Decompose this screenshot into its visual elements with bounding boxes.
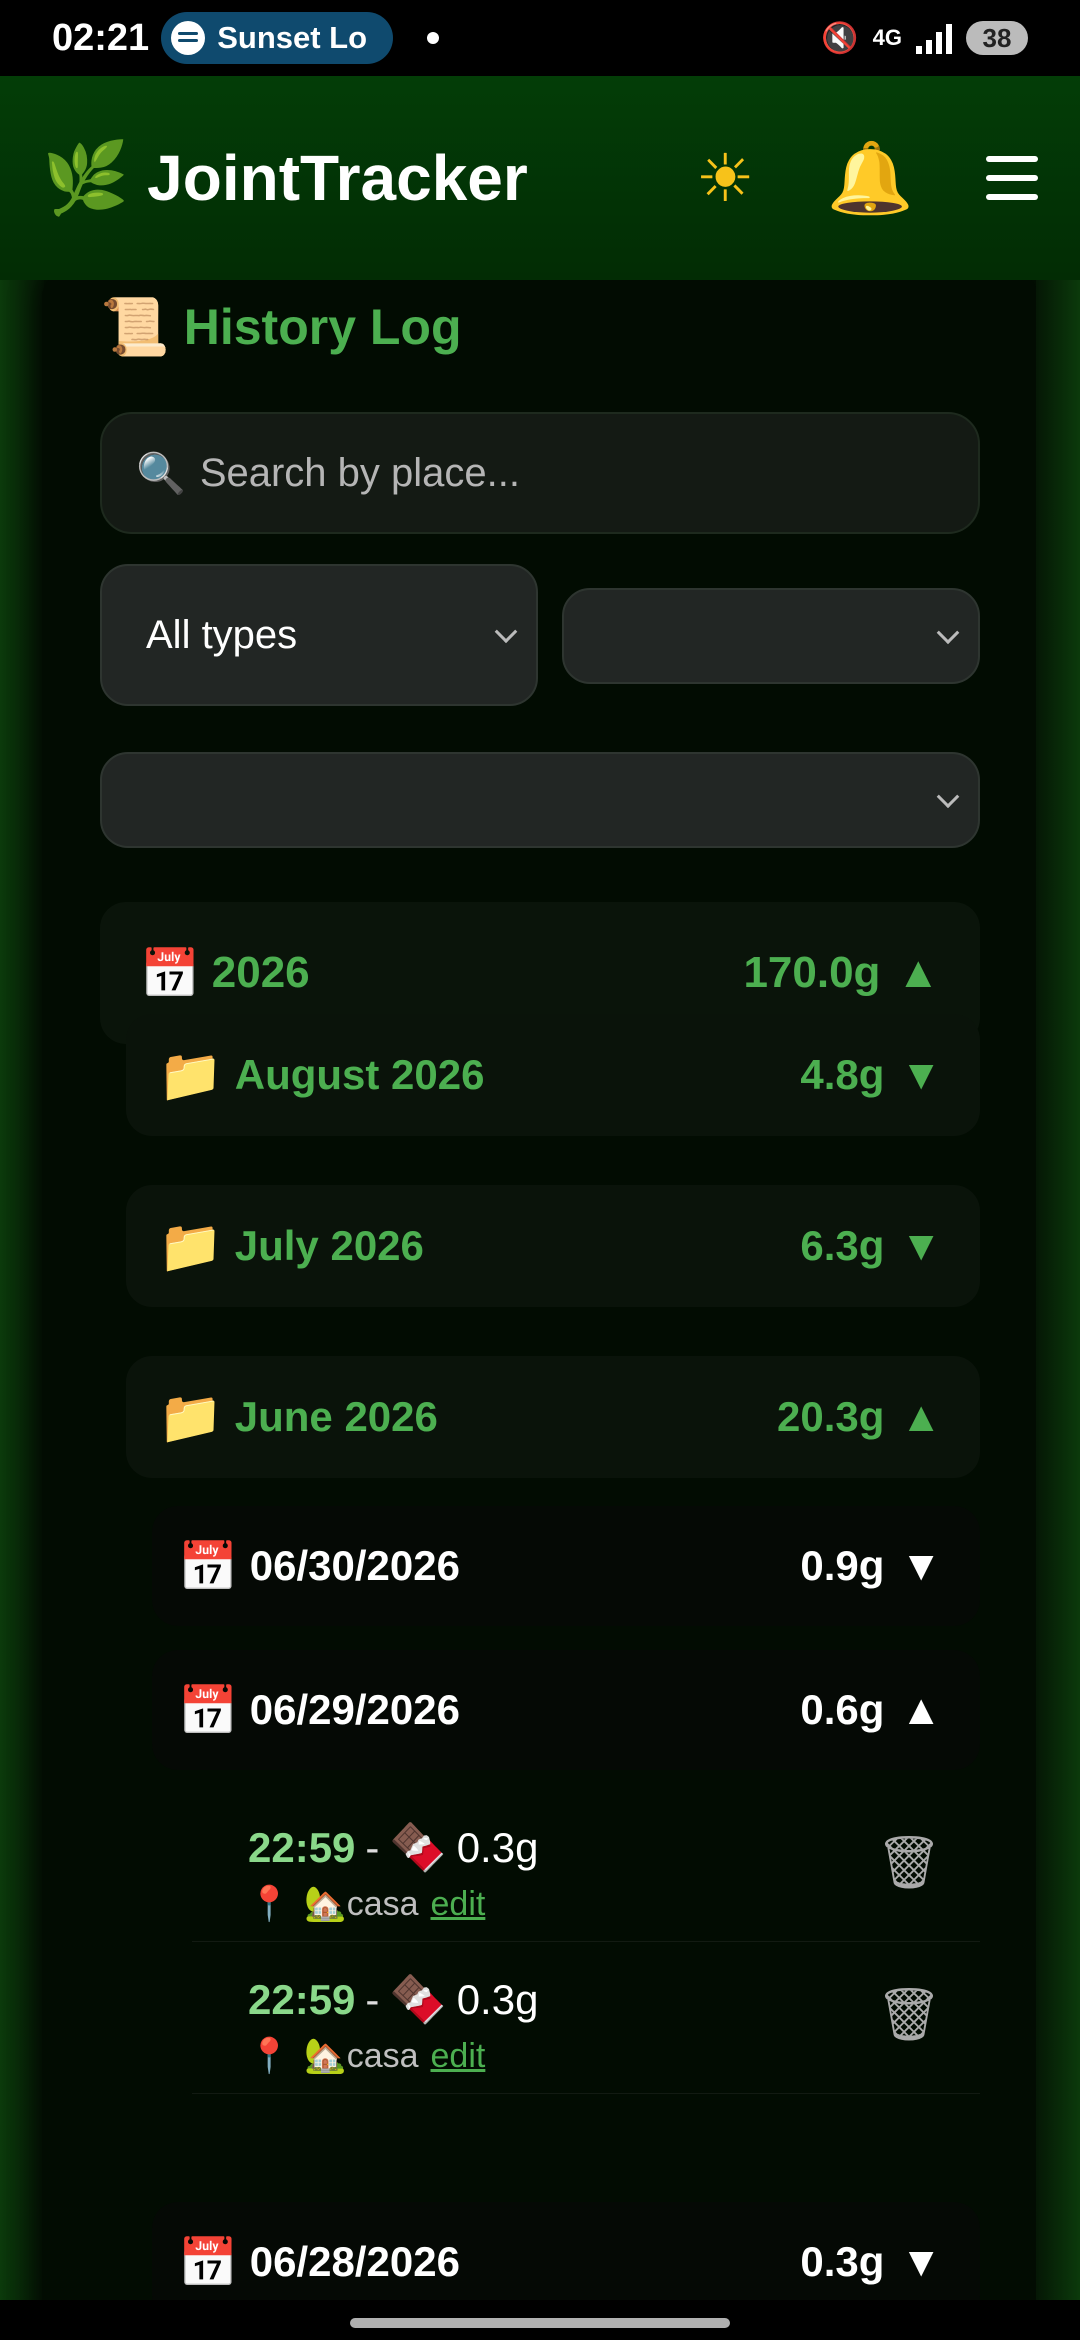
entry-amount: 0.3g: [456, 1975, 539, 2023]
folder-icon: 📁: [158, 1388, 223, 1447]
app-title: JointTracker: [147, 142, 528, 214]
log-entry: 22:59 - 🍫 0.3g 📍 🏡 casa edit 🗑: [192, 1942, 980, 2094]
history-title-text: History Log: [183, 299, 462, 355]
type-filter-select[interactable]: All types: [100, 564, 538, 706]
calendar-icon: 📅: [140, 947, 200, 1001]
edit-link[interactable]: edit: [431, 2037, 486, 2076]
day-group-06-29-2026[interactable]: 📅 06/29/2026 0.6g ▲: [152, 1650, 980, 1770]
calendar-icon: 📅: [178, 2236, 238, 2290]
day-group-06-28-2026[interactable]: 📅 06/28/2026 0.3g ▼: [152, 2202, 980, 2300]
month-total: 6.3g: [800, 1222, 885, 1269]
entry-separator: -: [365, 1823, 380, 1871]
search-input[interactable]: [199, 450, 940, 496]
gesture-handle[interactable]: [350, 2318, 730, 2328]
collapse-arrow-icon: ▲: [900, 1393, 942, 1440]
month-label: August 2026: [234, 1051, 485, 1098]
search-icon: 🔍: [136, 450, 186, 497]
entry-time: 22:59: [248, 1823, 356, 1871]
house-icon: 🏡: [304, 2037, 347, 2075]
expand-arrow-icon: ▼: [900, 1222, 942, 1269]
month-group-june-2026[interactable]: 📁 June 2026 20.3g ▲: [126, 1356, 980, 1478]
chevron-down-icon: [494, 620, 518, 644]
location-pin-icon: 📍: [248, 1885, 291, 1923]
month-label: July 2026: [234, 1222, 424, 1269]
trash-icon[interactable]: 🗑: [876, 1832, 942, 1893]
day-group-06-30-2026[interactable]: 📅 06/30/2026 0.9g ▼: [152, 1506, 980, 1626]
collapse-arrow-icon: ▲: [896, 948, 940, 997]
chocolate-icon: 🍫: [389, 1821, 447, 1873]
network-type: 4G: [872, 25, 902, 50]
year-label: 2026: [211, 948, 310, 997]
day-total: 0.9g: [800, 1542, 885, 1589]
calendar-icon: 📅: [178, 1540, 238, 1594]
month-group-august-2026[interactable]: 📁 August 2026 4.8g ▼: [126, 1014, 980, 1136]
media-pill[interactable]: Sunset Lo: [161, 12, 394, 64]
folder-icon: 📁: [158, 1046, 223, 1105]
scroll-icon: 📜: [100, 295, 170, 358]
expand-arrow-icon: ▼: [900, 1051, 942, 1098]
entry-time: 22:59: [248, 1975, 356, 2023]
chevron-down-icon: [936, 785, 960, 809]
chocolate-icon: 🍫: [389, 1973, 447, 2025]
day-label: 06/30/2026: [249, 1542, 460, 1589]
chevron-down-icon: [936, 621, 960, 645]
notifications-bell-icon[interactable]: 🔔: [827, 137, 914, 220]
expand-arrow-icon: ▼: [900, 2238, 942, 2285]
month-total: 20.3g: [777, 1393, 885, 1440]
day-total: 0.3g: [800, 2238, 885, 2285]
content-area: 📜 History Log 🔍 All types 📅 2026 1: [0, 280, 1080, 2300]
collapse-arrow-icon: ▲: [900, 1686, 942, 1733]
history-card: 📜 History Log 🔍 All types 📅 2026 1: [42, 280, 1038, 2300]
entry-amount: 0.3g: [456, 1823, 539, 1871]
signal-icon: [916, 22, 952, 54]
house-icon: 🏡: [304, 1885, 347, 1923]
day-label: 06/28/2026: [249, 2238, 460, 2285]
edit-link[interactable]: edit: [431, 1885, 486, 1924]
month-total: 4.8g: [800, 1051, 885, 1098]
leaf-logo-icon: 🌿: [42, 136, 130, 219]
trash-icon[interactable]: 🗑: [876, 1984, 942, 2045]
search-box[interactable]: 🔍: [100, 412, 980, 534]
app-header: 🌿 JointTracker ☀ 🔔: [0, 76, 1080, 280]
entry-separator: -: [365, 1975, 380, 2023]
month-group-july-2026[interactable]: 📁 July 2026 6.3g ▼: [126, 1185, 980, 1307]
third-filter-select[interactable]: [100, 752, 980, 848]
location-pin-icon: 📍: [248, 2037, 291, 2075]
spotify-icon: [171, 21, 206, 55]
folder-icon: 📁: [158, 1217, 223, 1276]
battery-icon: 38: [966, 21, 1028, 55]
month-label: June 2026: [234, 1393, 438, 1440]
history-title: 📜 History Log: [100, 294, 462, 360]
status-time: 02:21: [52, 16, 150, 59]
entry-place: casa: [346, 1884, 419, 1923]
log-entry: 22:59 - 🍫 0.3g 📍 🏡 casa edit 🗑: [192, 1790, 980, 1942]
theme-toggle-sun-icon[interactable]: ☀: [696, 140, 755, 217]
media-pill-text: Sunset Lo: [217, 20, 368, 55]
hamburger-menu-icon[interactable]: [986, 156, 1038, 200]
expand-arrow-icon: ▼: [900, 1542, 942, 1589]
second-filter-select[interactable]: [562, 588, 980, 684]
entry-place: casa: [346, 2036, 419, 2075]
day-label: 06/29/2026: [249, 1686, 460, 1733]
mute-icon: 🔇: [821, 20, 859, 56]
type-filter-value: All types: [146, 612, 298, 657]
calendar-icon: 📅: [178, 1684, 238, 1738]
status-bar: 02:21 Sunset Lo 🔇 4G 38: [0, 0, 1080, 76]
notification-dot: [427, 32, 440, 44]
day-total: 0.6g: [800, 1686, 885, 1733]
year-total: 170.0g: [743, 948, 881, 997]
system-nav-bar: [0, 2300, 1080, 2340]
